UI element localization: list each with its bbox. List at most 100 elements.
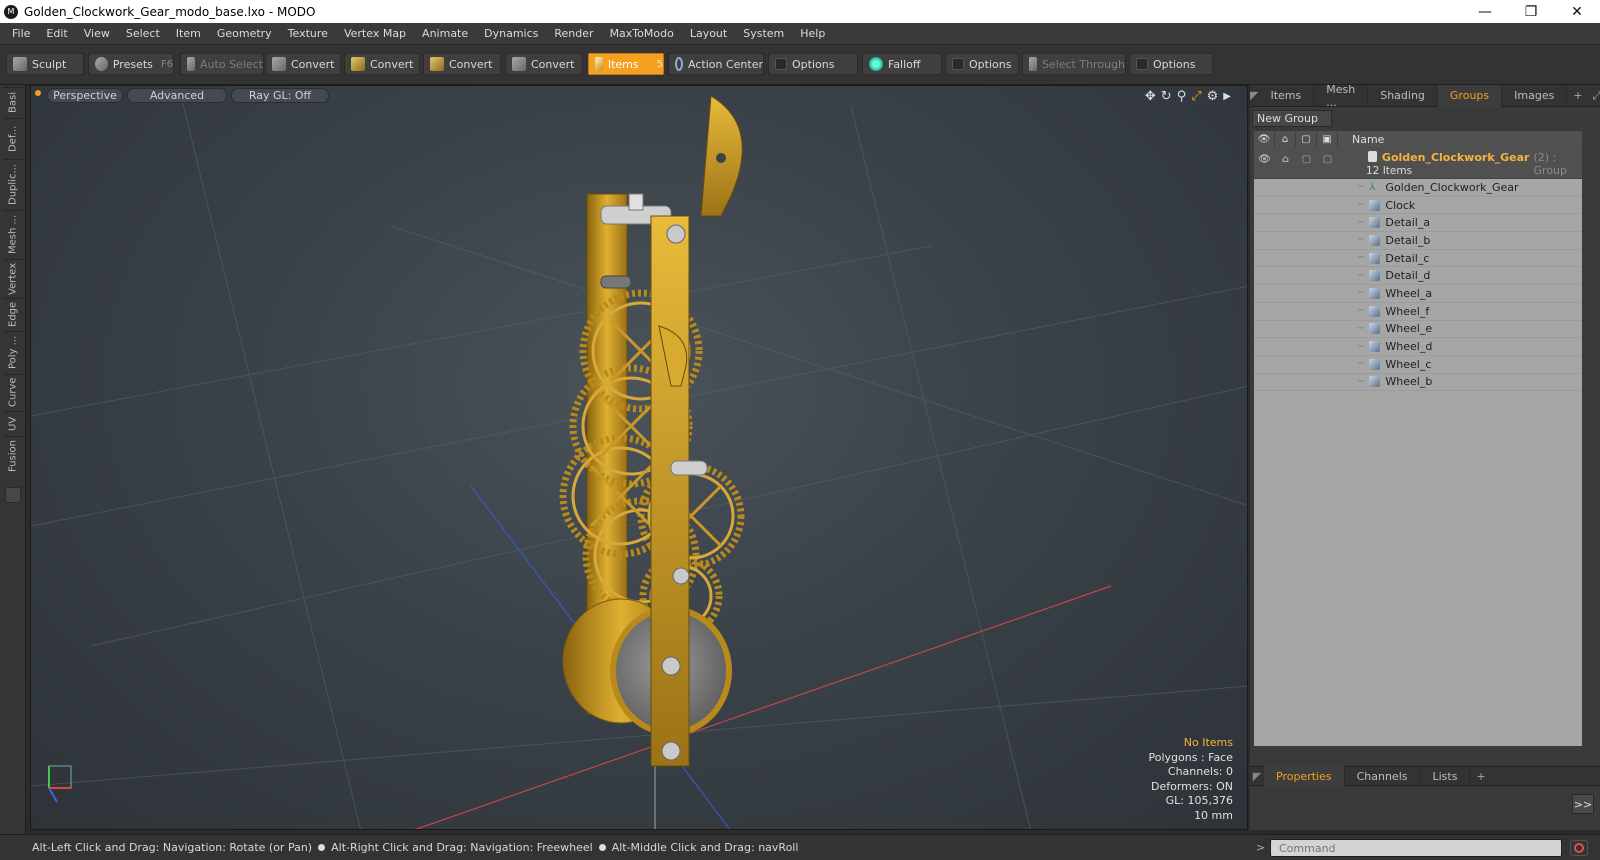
play-arrow-icon[interactable]: ▶ <box>1223 91 1231 102</box>
3d-viewport[interactable]: Perspective Advanced Ray GL: Off ✥ ↻ ⚲ ⤢… <box>30 85 1248 830</box>
list-item[interactable]: ┄ Clock <box>1254 197 1582 215</box>
list-item[interactable]: ┄ Wheel_a <box>1254 285 1582 303</box>
menu-layout[interactable]: Layout <box>682 27 735 40</box>
tab-items[interactable]: Items <box>1258 84 1315 107</box>
menu-maxtomodo[interactable]: MaxToModo <box>602 27 682 40</box>
tab-deform[interactable]: Def... <box>3 118 23 158</box>
presets-button[interactable]: Presets F6 <box>88 53 174 75</box>
groups-scrollbar[interactable] <box>1586 131 1596 746</box>
name-column-header[interactable]: Name <box>1338 133 1384 146</box>
viewport-menu-icon[interactable] <box>35 90 41 96</box>
tab-fusion[interactable]: Fusion <box>3 436 23 476</box>
list-item[interactable]: ┄ Wheel_e <box>1254 321 1582 339</box>
close-button[interactable]: ✕ <box>1554 0 1600 23</box>
menu-item[interactable]: Item <box>168 27 209 40</box>
add-tab-icon[interactable]: + <box>1567 89 1588 102</box>
tab-shading[interactable]: Shading <box>1368 84 1438 107</box>
lock-column-icon[interactable]: ⌂ <box>1275 131 1296 147</box>
raygl-toggle[interactable]: Ray GL: Off <box>231 88 329 103</box>
command-prompt: > <box>1256 841 1266 854</box>
visibility-column-icon[interactable]: 👁 <box>1254 131 1275 147</box>
rotate-icon[interactable]: ↻ <box>1161 89 1172 104</box>
tab-mesh[interactable]: Mesh ... <box>3 210 23 258</box>
group-row[interactable]: 👁 ⌂ ▢ ▢ Golden_Clockwork_Gear (2) : Grou… <box>1254 147 1582 179</box>
menu-dynamics[interactable]: Dynamics <box>476 27 546 40</box>
tab-edge[interactable]: Edge <box>3 298 23 330</box>
tab-properties[interactable]: Properties <box>1264 766 1345 786</box>
tab-curve[interactable]: Curve <box>3 374 23 410</box>
add-tab-icon[interactable]: + <box>1470 770 1491 783</box>
list-item[interactable]: ┄ Detail_b <box>1254 232 1582 250</box>
render-column-icon[interactable]: ▣ <box>1317 131 1338 147</box>
tab-duplicate[interactable]: Duplic... <box>3 159 23 209</box>
list-item[interactable]: ┄ Wheel_d <box>1254 338 1582 356</box>
menu-animate[interactable]: Animate <box>414 27 476 40</box>
menu-select[interactable]: Select <box>118 27 168 40</box>
panel-menu-icon[interactable]: ◤ <box>1250 85 1258 107</box>
tab-groups[interactable]: Groups <box>1437 84 1503 107</box>
action-center-button[interactable]: Action Center <box>668 53 764 75</box>
tab-uv[interactable]: UV <box>3 411 23 435</box>
group-item-count: 12 Items <box>1366 165 1413 177</box>
menu-system[interactable]: System <box>735 27 792 40</box>
lock-icon[interactable]: ⌂ <box>1275 151 1296 167</box>
viewport-scene[interactable] <box>31 86 1248 830</box>
tab-images[interactable]: Images <box>1502 84 1568 107</box>
tab-basic[interactable]: Basi <box>3 87 23 117</box>
list-item[interactable]: ┄ Wheel_c <box>1254 356 1582 374</box>
list-item[interactable]: ┄ Detail_d <box>1254 267 1582 286</box>
select-through-options-button[interactable]: Options <box>1129 53 1213 75</box>
expand-button[interactable]: >> <box>1572 794 1594 814</box>
select-toggle-icon[interactable]: ▢ <box>1296 151 1317 167</box>
minimize-button[interactable]: — <box>1462 0 1508 23</box>
sculpt-button[interactable]: Sculpt <box>6 53 84 75</box>
tab-lists[interactable]: Lists <box>1421 766 1471 786</box>
view-mode-dropdown[interactable]: Perspective <box>47 88 123 103</box>
action-center-options-button[interactable]: Options <box>768 53 858 75</box>
shading-mode-dropdown[interactable]: Advanced <box>127 88 227 103</box>
menu-view[interactable]: View <box>76 27 118 40</box>
menu-file[interactable]: File <box>4 27 38 40</box>
menu-help[interactable]: Help <box>792 27 833 40</box>
tab-channels[interactable]: Channels <box>1345 766 1421 786</box>
falloff-options-button[interactable]: Options <box>945 53 1019 75</box>
visibility-eye-icon[interactable]: 👁 <box>1254 151 1275 167</box>
list-item[interactable]: ┄ Detail_a <box>1254 214 1582 233</box>
gear-icon[interactable]: ⚙ <box>1207 89 1219 104</box>
convert-polygons-button[interactable]: Convert <box>423 53 501 75</box>
auto-select-button[interactable]: Auto Select <box>180 53 264 75</box>
panel-menu-icon[interactable]: ◤ <box>1250 766 1264 786</box>
maximize-button[interactable]: ❐ <box>1508 0 1554 23</box>
render-toggle-icon[interactable]: ▢ <box>1317 151 1338 167</box>
select-column-icon[interactable]: ▢ <box>1296 131 1317 147</box>
tab-vertex[interactable]: Vertex <box>3 259 23 297</box>
list-item[interactable]: ┄ Detail_c <box>1254 250 1582 268</box>
menu-edit[interactable]: Edit <box>38 27 75 40</box>
command-input[interactable] <box>1270 839 1562 857</box>
items-mode-button[interactable]: Items 5 <box>588 53 664 75</box>
select-through-button[interactable]: Select Through <box>1022 53 1126 75</box>
list-item[interactable]: ┄ Wheel_f <box>1254 303 1582 321</box>
zoom-icon[interactable]: ⚲ <box>1177 89 1187 104</box>
menu-vertex-map[interactable]: Vertex Map <box>336 27 414 40</box>
pan-icon[interactable]: ✥ <box>1145 89 1156 104</box>
menu-render[interactable]: Render <box>546 27 601 40</box>
new-group-button[interactable]: New Group <box>1252 110 1332 127</box>
maximize-panel-icon[interactable]: ⤢ <box>1589 89 1600 103</box>
list-item[interactable]: ┄ Wheel_b <box>1254 374 1582 392</box>
convert-edges-button[interactable]: Convert <box>344 53 420 75</box>
tab-mesh[interactable]: Mesh ... <box>1314 83 1369 109</box>
clockwork-gear-model[interactable] <box>559 95 745 767</box>
command-stop-button[interactable] <box>1570 840 1588 856</box>
menu-geometry[interactable]: Geometry <box>209 27 280 40</box>
tab-add-button[interactable] <box>5 487 21 503</box>
convert-materials-button[interactable]: Convert <box>505 53 583 75</box>
tab-polygon[interactable]: Poly ... <box>3 331 23 373</box>
convert-vertices-button[interactable]: Convert <box>265 53 341 75</box>
list-item-locator[interactable]: ┄ ⅄ Golden_Clockwork_Gear <box>1254 179 1582 197</box>
separator-dot-icon <box>318 844 326 851</box>
falloff-button[interactable]: Falloff <box>862 53 942 75</box>
menu-texture[interactable]: Texture <box>280 27 336 40</box>
fit-view-icon[interactable]: ⤢ <box>1191 89 1201 104</box>
gl-info: GL: 105,376 <box>1165 794 1233 807</box>
